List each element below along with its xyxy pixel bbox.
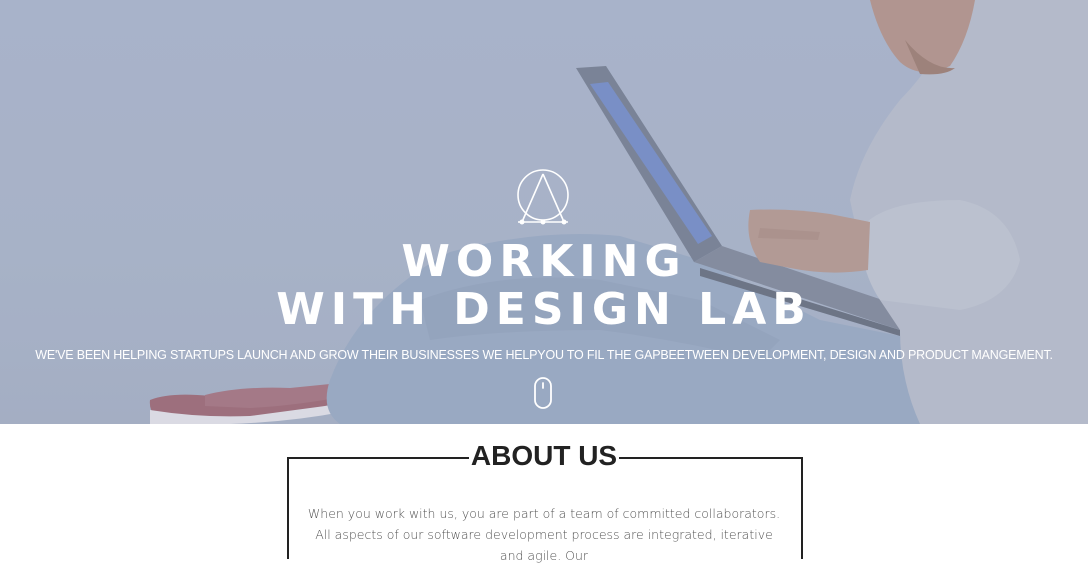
- triangle-circle-logo-icon: [517, 169, 569, 225]
- hero-section: WORKING WITH DESIGN LAB WE'VE BEEN HELPI…: [0, 0, 1088, 424]
- mouse-scroll-icon[interactable]: [533, 376, 553, 410]
- about-heading: ABOUT US: [0, 436, 1088, 476]
- about-paragraph: When you work with us, you are part of a…: [307, 506, 781, 563]
- about-title-text: ABOUT US: [468, 436, 620, 476]
- hero-tagline: WE'VE BEEN HELPING STARTUPS LAUNCH AND G…: [35, 348, 1053, 362]
- hero-headline-line2: WITH DESIGN LAB: [276, 284, 812, 335]
- hero-headline-line1: WORKING: [401, 236, 687, 287]
